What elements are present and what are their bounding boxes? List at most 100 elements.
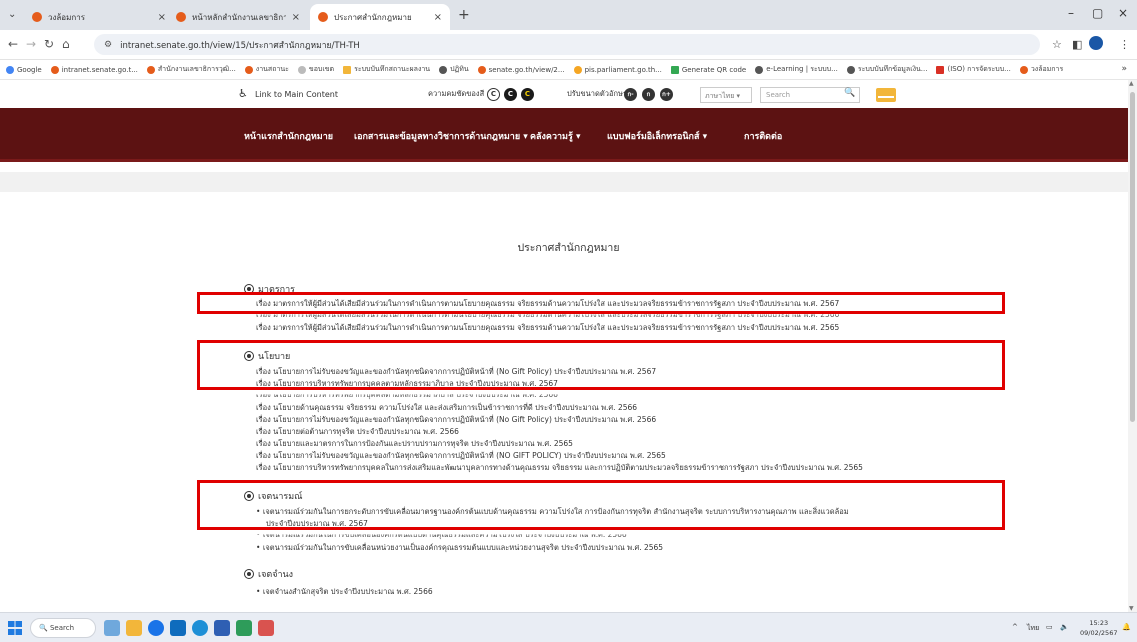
new-tab-icon[interactable]: +: [458, 7, 470, 23]
font-normal-button[interactable]: ก: [642, 88, 655, 101]
globe-icon: [846, 65, 855, 74]
close-icon[interactable]: ×: [434, 12, 442, 23]
list-item[interactable]: เรื่อง นโยบายการไม่รับของขวัญและของกำนัล…: [256, 450, 666, 462]
browser-tab[interactable]: วงล้อมการ ×: [24, 4, 174, 30]
bookmark-item[interactable]: e-Learning | ระบบบ...: [755, 64, 838, 75]
bookmark-item[interactable]: ระบบบันทึกข้อมูลเงิน...: [846, 64, 928, 75]
bookmark-item[interactable]: สำนักงานเลขาธิการวุฒิ...: [146, 64, 236, 75]
bookmark-label: ระบบบันทึกข้อมูลเงิน...: [857, 65, 928, 73]
scrollbar-thumb[interactable]: [1130, 92, 1135, 422]
windows-start-icon[interactable]: [8, 621, 22, 635]
close-window-icon[interactable]: ×: [1118, 6, 1128, 20]
list-item[interactable]: เรื่อง นโยบายการบริหารทรัพยากรบุคคลในการ…: [256, 462, 863, 474]
close-icon[interactable]: ×: [292, 12, 300, 23]
list-item[interactable]: เจตจำนงสำนักสุจริต ประจำปีงบประมาณ พ.ศ. …: [256, 586, 433, 598]
contrast-yellow-button[interactable]: C: [521, 88, 534, 101]
scroll-down-icon[interactable]: ▼: [1129, 605, 1134, 612]
clock-date: 09/02/2567: [1080, 629, 1118, 637]
taskbar-search[interactable]: 🔍 Search: [30, 618, 96, 638]
list-item[interactable]: เรื่อง นโยบายการบริหารทรัพยากรบุคคลตามหล…: [256, 394, 558, 401]
pdf-icon[interactable]: [258, 620, 274, 636]
file-explorer-icon[interactable]: [126, 620, 142, 636]
search-icon[interactable]: 🔍: [844, 88, 855, 98]
chevron-right-icon[interactable]: »: [1121, 64, 1127, 74]
list-item[interactable]: เรื่อง นโยบายต่อต้านการทุจริต ประจำปีงบป…: [256, 426, 459, 438]
input-language[interactable]: ไทย: [1027, 623, 1039, 634]
font-decrease-button[interactable]: ก-: [624, 88, 637, 101]
bookmark-item[interactable]: senate.go.th/view/2...: [477, 65, 565, 74]
list-item[interactable]: เรื่อง นโยบายและมาตรการในการป้องกันและปร…: [256, 438, 573, 450]
language-select-value: ภาษาไทย: [705, 92, 735, 100]
list-item[interactable]: เรื่อง นโยบายการไม่รับของขวัญและของกำนัล…: [256, 414, 656, 426]
highlight-box: [197, 340, 1005, 390]
edge-icon[interactable]: [192, 620, 208, 636]
scroll-up-icon[interactable]: ▲: [1129, 80, 1134, 87]
address-bar: ← → ↻ ⌂ ⚙ intranet.senate.go.th/view/15/…: [0, 30, 1137, 60]
main-content-link[interactable]: ♿ Link to Main Content: [238, 87, 338, 101]
profile-avatar[interactable]: [1089, 36, 1103, 50]
tab-search-icon[interactable]: ⌄: [8, 9, 16, 20]
bookmark-item[interactable]: งานสถานะ: [244, 64, 289, 75]
google-icon: [6, 65, 14, 74]
mail-icon[interactable]: [876, 88, 896, 102]
forward-icon[interactable]: →: [26, 37, 36, 51]
bookmark-item[interactable]: ปฏิทิน: [439, 64, 469, 75]
notification-icon[interactable]: 🔔: [1122, 623, 1131, 631]
tab-label: ประกาศสำนักกฎหมาย: [334, 12, 412, 22]
bookmark-item[interactable]: ระบบบันทึกสถานะผลงาน: [343, 64, 430, 75]
url-input[interactable]: ⚙ intranet.senate.go.th/view/15/ประกาศสำ…: [94, 34, 1040, 55]
site-info-icon[interactable]: ⚙: [104, 40, 112, 50]
contrast-dark-button[interactable]: C: [504, 88, 517, 101]
restore-icon[interactable]: ▢: [1092, 6, 1103, 20]
breadcrumb-band: [0, 172, 1137, 192]
close-icon[interactable]: ×: [158, 12, 166, 23]
back-icon[interactable]: ←: [8, 37, 18, 51]
font-increase-button[interactable]: ก+: [660, 88, 673, 101]
section-title-commitment: เจตจำนง: [244, 567, 293, 581]
store-icon[interactable]: [170, 620, 186, 636]
favicon-icon: [176, 12, 186, 22]
vertical-scrollbar[interactable]: ▲ ▼: [1128, 80, 1137, 612]
bookmark-item[interactable]: pis.parliament.go.th...: [573, 65, 662, 74]
list-item[interactable]: เจตนารมณ์ร่วมกันในการขับเคลื่อนองค์กรต้น…: [256, 534, 627, 541]
bookmark-label: pis.parliament.go.th...: [584, 65, 662, 74]
reload-icon[interactable]: ↻: [44, 37, 54, 51]
sidepanel-icon[interactable]: ◧: [1072, 38, 1082, 51]
list-item[interactable]: เจตนารมณ์ร่วมกันในการขับเคลื่อนหน่วยงานเ…: [256, 542, 663, 554]
favicon-icon: [50, 65, 59, 74]
widgets-icon[interactable]: [104, 620, 120, 636]
word-icon[interactable]: [214, 620, 230, 636]
nav-contact[interactable]: การติดต่อ: [744, 129, 782, 143]
chevron-up-icon[interactable]: ^: [1012, 623, 1018, 631]
home-icon[interactable]: ⌂: [62, 37, 70, 51]
star-icon[interactable]: ☆: [1052, 38, 1062, 51]
nav-knowledge[interactable]: คลังความรู้ ▾: [530, 129, 580, 143]
bookmark-item[interactable]: วงล้อมการ: [1019, 64, 1063, 75]
list-item[interactable]: เรื่อง มาตรการให้ผู้มีส่วนได้เสียมีส่วนร…: [256, 322, 839, 334]
browser-tab-active[interactable]: ประกาศสำนักกฎหมาย ×: [310, 4, 450, 30]
network-icon[interactable]: ▭: [1046, 623, 1053, 631]
nav-home[interactable]: หน้าแรกสำนักกฎหมาย: [244, 129, 333, 143]
bookmark-label: intranet.senate.go.t...: [61, 65, 138, 74]
volume-icon[interactable]: 🔈: [1060, 623, 1069, 631]
favicon-icon: [318, 12, 328, 22]
bookmark-label: (ISO) การจัดระบบ...: [947, 65, 1011, 73]
contrast-normal-button[interactable]: C: [487, 88, 500, 101]
nav-legal-documents[interactable]: เอกสารและข้อมูลทางวิชาการด้านกฎหมาย ▾: [354, 129, 528, 143]
bookmark-item[interactable]: Generate QR code: [670, 65, 746, 74]
nav-e-forms[interactable]: แบบฟอร์มอิเล็กทรอนิกส์ ▾: [607, 129, 707, 143]
chrome-icon[interactable]: [148, 620, 164, 636]
more-menu-icon[interactable]: ⋮: [1119, 38, 1130, 51]
app-icon[interactable]: [236, 620, 252, 636]
bookmark-item[interactable]: (ISO) การจัดระบบ...: [936, 64, 1011, 75]
minimize-icon[interactable]: –: [1068, 6, 1074, 20]
browser-tab[interactable]: หน้าหลักสำนักงานเลขาธิการวุฒิสภา ×: [168, 4, 308, 30]
language-select[interactable]: ภาษาไทย ▾: [700, 87, 752, 103]
taskbar-clock[interactable]: 15:23 09/02/2567: [1080, 618, 1117, 638]
bookmark-label: ขอบเขต: [308, 65, 335, 73]
bookmark-item[interactable]: Google: [6, 65, 42, 74]
list-item[interactable]: เรื่อง นโยบายด้านคุณธรรม จริยธรรม ความโป…: [256, 402, 637, 414]
bookmark-item[interactable]: ขอบเขต: [297, 64, 335, 75]
bookmark-item[interactable]: intranet.senate.go.t...: [50, 65, 138, 74]
qr-icon: [670, 65, 679, 74]
